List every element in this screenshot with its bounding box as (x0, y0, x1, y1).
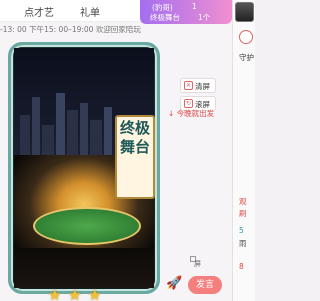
right-panel-text: 雨 (239, 239, 247, 248)
send-button[interactable]: 发言 (188, 276, 222, 294)
tab-gift-list[interactable]: 礼单 (80, 4, 100, 19)
clear-screen-button[interactable]: ✕ 清屏 (180, 78, 216, 93)
clear-screen-label: 清屏 (195, 82, 210, 91)
right-panel-text: 守护 (239, 53, 254, 62)
right-panel-text: 刷 (239, 209, 247, 218)
star-icon: ★ (68, 286, 82, 301)
fullscreen-label[interactable]: 屏 (194, 259, 201, 269)
right-panel-text: 8 (239, 262, 244, 271)
poster-bottom (14, 248, 154, 288)
app-root: 点才艺 礼单 (豹哥) 1 终极舞台 1个 -13: 00 下午15: 00–1… (0, 0, 255, 301)
poster-title: 终极舞台 (119, 119, 150, 156)
chat-message: ↓ 今晚就出发 (168, 109, 215, 118)
banner-gift-name: 终极舞台 (150, 13, 180, 22)
banner-count: 1 (192, 2, 197, 11)
avatar[interactable] (235, 2, 254, 22)
right-panel-text: 观 (239, 197, 247, 206)
rocket-icon[interactable]: 🚀 (166, 276, 182, 291)
settings-icon[interactable] (239, 30, 253, 44)
clear-icon: ✕ (184, 81, 193, 90)
star-icon: ★ (48, 286, 62, 301)
gift-banner[interactable]: (豹哥) 1 终极舞台 1个 (140, 0, 232, 24)
right-panel-text: 5 (239, 226, 244, 235)
tab-talent[interactable]: 点才艺 (24, 4, 54, 19)
right-panel: 守护 观 刷 5 雨 8 (232, 0, 255, 301)
banner-gift-qty: 1个 (198, 13, 211, 22)
star-icon: ★ (88, 286, 102, 301)
scroll-icon: ↻ (184, 99, 193, 108)
poster-field (33, 207, 141, 245)
star-rating: ★ ★ ★ (48, 286, 128, 301)
scrolling-notice: -13: 00 下午15: 00–19:00 欢迎回家陪玩 (0, 25, 141, 34)
gift-poster: 终极舞台 (8, 42, 160, 294)
